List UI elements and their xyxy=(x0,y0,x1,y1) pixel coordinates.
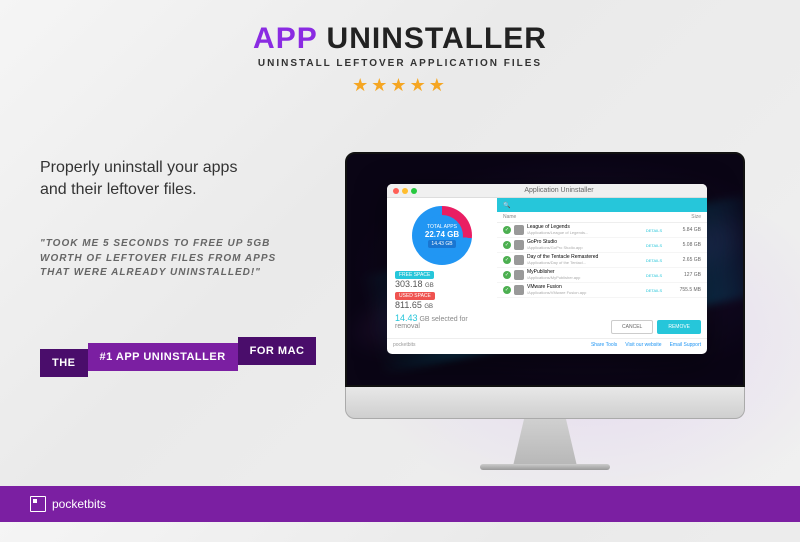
app-icon xyxy=(514,240,524,250)
check-icon[interactable]: ✓ xyxy=(503,256,511,264)
check-icon[interactable]: ✓ xyxy=(503,241,511,249)
title-accent: APP xyxy=(253,22,317,55)
details-link[interactable]: DETAILS xyxy=(639,258,669,263)
traffic-lights[interactable] xyxy=(393,188,417,194)
tagline: Properly uninstall your apps and their l… xyxy=(40,157,237,200)
search-bar[interactable]: 🔍 xyxy=(497,198,707,212)
details-link[interactable]: DETAILS xyxy=(639,243,669,248)
share-link[interactable]: Share Tools xyxy=(591,342,617,348)
check-icon[interactable]: ✓ xyxy=(503,226,511,234)
app-row[interactable]: ✓League of Legends/Applications/League o… xyxy=(497,223,707,238)
ribbon-seg-mac: FOR MAC xyxy=(238,337,317,365)
pocketbits-logo: pocketbits xyxy=(30,496,106,512)
remove-button[interactable]: REMOVE xyxy=(657,320,701,334)
app-icon xyxy=(514,270,524,280)
testimonial-quote: "TOOK ME 5 SECONDS TO FREE UP 5GB WORTH … xyxy=(40,237,300,281)
check-icon[interactable]: ✓ xyxy=(503,271,511,279)
ribbon-banner: THE #1 APP UNINSTALLER FOR MAC xyxy=(40,342,316,372)
details-link[interactable]: DETAILS xyxy=(639,228,669,233)
app-row[interactable]: ✓GoPro Studio/Applications/GoPro Studio.… xyxy=(497,238,707,253)
search-icon: 🔍 xyxy=(503,202,510,209)
app-icon xyxy=(514,255,524,265)
free-space-label: FREE SPACE xyxy=(395,271,434,279)
selected-summary: 14.43 GB selected for removal xyxy=(395,313,489,330)
details-link[interactable]: DETAILS xyxy=(639,288,669,293)
ribbon-seg-the: THE xyxy=(40,349,88,377)
pocketbits-icon xyxy=(30,496,46,512)
ribbon-seg-main: #1 APP UNINSTALLER xyxy=(88,343,238,371)
email-link[interactable]: Email Support xyxy=(670,342,701,348)
app-list: ✓League of Legends/Applications/League o… xyxy=(497,223,707,316)
hero-title: APP UNINSTALLER UNINSTALL LEFTOVER APPLI… xyxy=(0,22,800,69)
app-row[interactable]: ✓VMware Fusion/Applications/VMware Fusio… xyxy=(497,283,707,298)
imac-mockup: Application Uninstaller TOTAL APPS 22.74… xyxy=(345,152,745,470)
usage-donut-chart: TOTAL APPS 22.74 GB 14.43 GB xyxy=(412,206,472,265)
window-title: Application Uninstaller xyxy=(417,187,701,194)
used-space-label: USED SPACE xyxy=(395,292,435,300)
hero-subtitle: UNINSTALL LEFTOVER APPLICATION FILES xyxy=(0,58,800,69)
app-icon xyxy=(514,225,524,235)
check-icon[interactable]: ✓ xyxy=(503,286,511,294)
app-row[interactable]: ✓MyPublisher/Applications/MyPublisher.ap… xyxy=(497,268,707,283)
title-main: UNINSTALLER xyxy=(327,22,547,55)
bottom-bar: pocketbits xyxy=(0,486,800,522)
app-row[interactable]: ✓Day of the Tentacle Remastered/Applicat… xyxy=(497,253,707,268)
star-rating: ★★★★★ xyxy=(0,75,800,96)
cancel-button[interactable]: CANCEL xyxy=(611,320,653,334)
website-link[interactable]: Visit our website xyxy=(625,342,661,348)
footer-brand: pocketbits xyxy=(393,342,416,348)
app-window: Application Uninstaller TOTAL APPS 22.74… xyxy=(387,184,707,354)
titlebar: Application Uninstaller xyxy=(387,184,707,198)
details-link[interactable]: DETAILS xyxy=(639,273,669,278)
app-icon xyxy=(514,285,524,295)
